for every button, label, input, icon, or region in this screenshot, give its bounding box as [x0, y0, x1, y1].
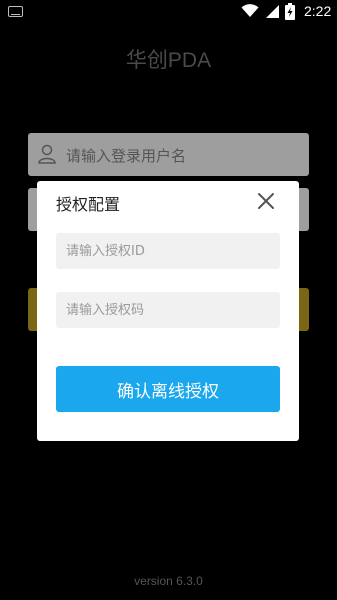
status-time: 2:22 [304, 3, 332, 19]
username-input[interactable]: 请输入登录用户名 [28, 133, 309, 176]
auth-id-input[interactable] [56, 233, 280, 269]
username-placeholder: 请输入登录用户名 [66, 147, 187, 165]
dialog-title: 授权配置 [56, 195, 121, 214]
auth-code-input[interactable] [56, 292, 280, 328]
version-label: version 6.3.0 [134, 574, 203, 588]
signal-icon [266, 5, 279, 18]
auth-config-dialog: 授权配置 确认离线授权 [37, 181, 299, 441]
close-icon[interactable] [255, 190, 277, 212]
confirm-offline-auth-button[interactable]: 确认离线授权 [56, 366, 280, 412]
user-icon [38, 144, 56, 164]
app-title: 华创PDA [125, 49, 212, 72]
status-bar: 2:22 [0, 0, 337, 24]
keyboard-icon [8, 6, 23, 17]
battery-charging-icon [285, 3, 295, 20]
wifi-icon [241, 4, 259, 17]
